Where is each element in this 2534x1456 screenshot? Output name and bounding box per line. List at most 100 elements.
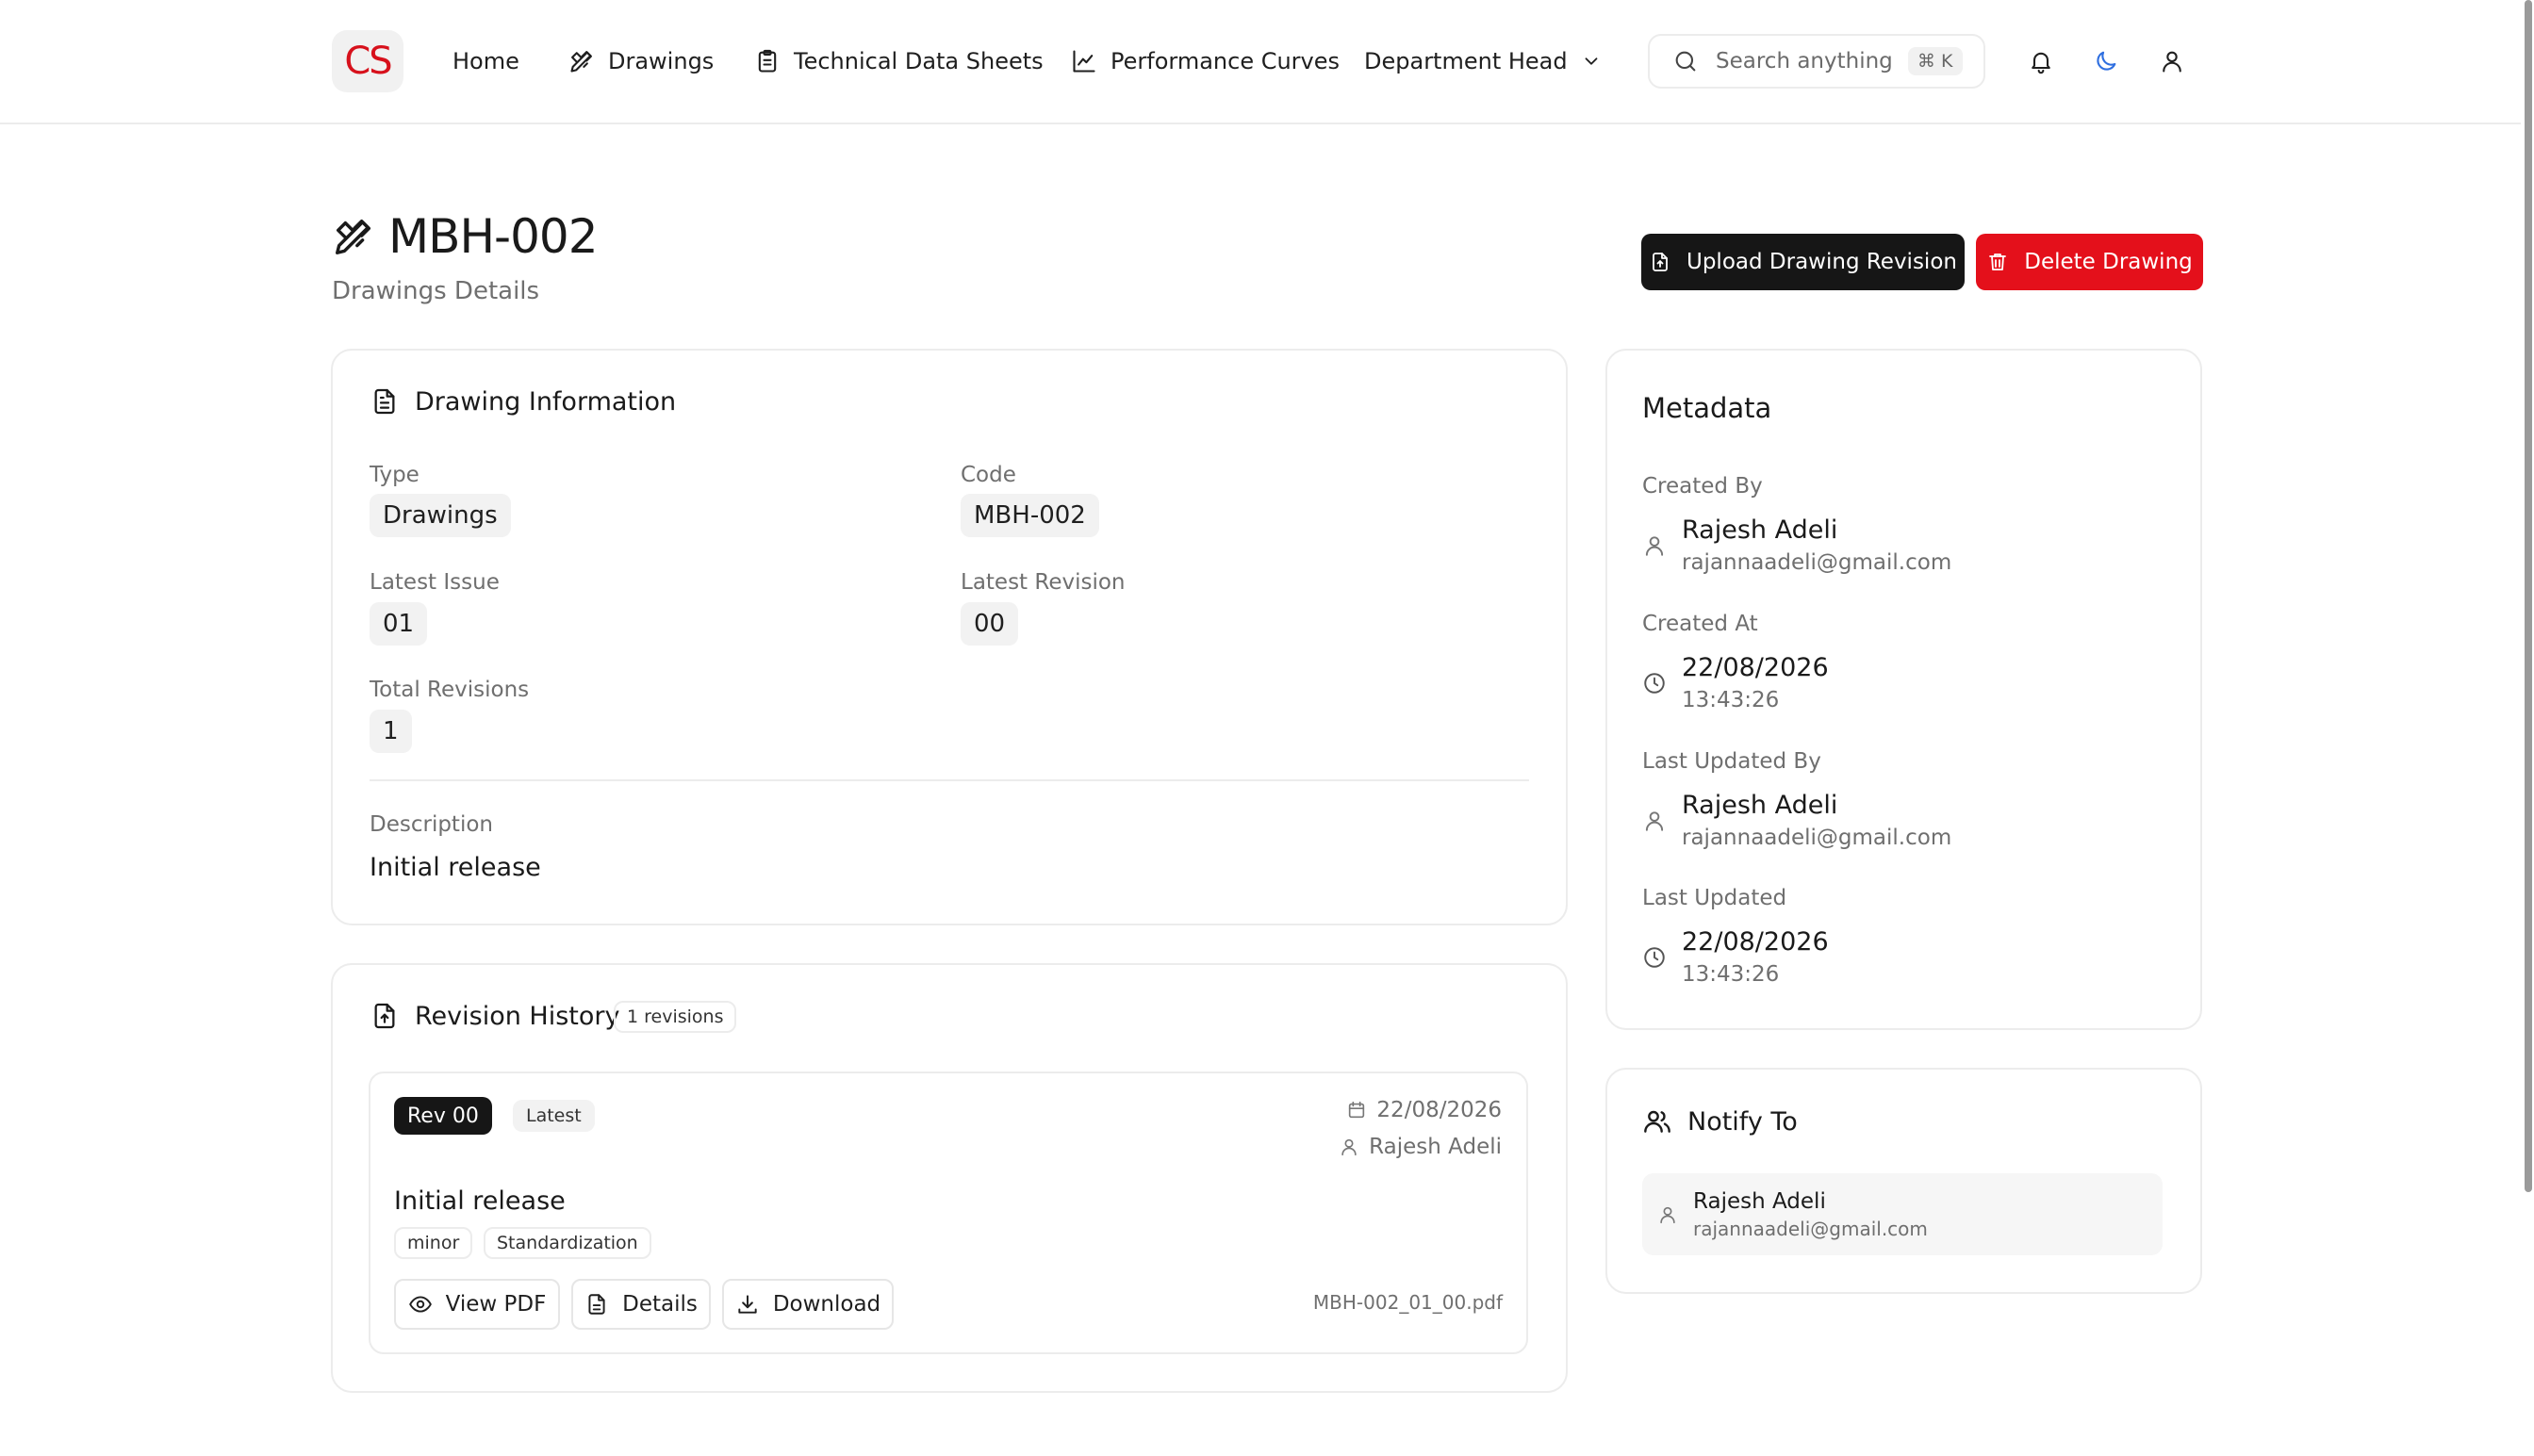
file-upload-icon xyxy=(1649,251,1671,273)
clipboard-icon xyxy=(754,48,781,74)
info-divider xyxy=(370,779,1529,781)
revision-history-title: Revision History xyxy=(415,1001,620,1031)
nav-home-label: Home xyxy=(452,48,519,74)
description-value: Initial release xyxy=(370,853,541,882)
drawing-code-heading: MBH-002 xyxy=(388,209,599,264)
latest-issue-value: 01 xyxy=(370,602,428,646)
drawing-information-title: Drawing Information xyxy=(415,386,677,417)
nav-performance-curves[interactable]: Performance Curves xyxy=(1071,40,1340,83)
nav-curves-label: Performance Curves xyxy=(1111,48,1341,74)
users-icon xyxy=(1642,1106,1672,1137)
notify-to-title: Notify To xyxy=(1687,1106,1798,1137)
revision-tag: minor xyxy=(394,1227,473,1259)
notify-to-heading: Notify To xyxy=(1642,1106,1798,1137)
last-updated-by-user: Rajesh Adeli rajannaadeli@gmail.com xyxy=(1642,789,1951,853)
delete-button-label: Delete Drawing xyxy=(2024,250,2193,274)
created-by-label: Created By xyxy=(1642,474,1763,499)
user-icon xyxy=(1339,1137,1359,1157)
created-at-date: 22/08/2026 xyxy=(1682,653,1829,682)
created-by-name: Rajesh Adeli xyxy=(1682,515,1838,545)
details-label: Details xyxy=(622,1292,698,1317)
type-value: Drawings xyxy=(370,494,511,537)
last-updated-timestamp: 22/08/2026 13:43:26 xyxy=(1642,925,1829,990)
nav-drawings[interactable]: Drawings xyxy=(568,40,714,83)
metadata-title: Metadata xyxy=(1642,392,1772,424)
view-pdf-label: View PDF xyxy=(445,1292,547,1317)
revision-date: 22/08/2026 xyxy=(1346,1098,1502,1122)
search-box[interactable]: ⌘ K xyxy=(1648,34,1985,89)
download-label: Download xyxy=(772,1292,881,1317)
user-menu-button[interactable] xyxy=(2152,41,2192,81)
search-input[interactable] xyxy=(1716,49,1891,74)
nav-technical-data-sheets[interactable]: Technical Data Sheets xyxy=(754,40,1044,83)
created-by-user: Rajesh Adeli rajannaadeli@gmail.com xyxy=(1642,514,1951,578)
created-at-label: Created At xyxy=(1642,612,1758,636)
code-value: MBH-002 xyxy=(961,494,1099,537)
file-upload-icon xyxy=(370,1001,400,1031)
user-icon xyxy=(1642,809,1667,833)
revision-author: Rajesh Adeli xyxy=(1339,1135,1502,1159)
latest-issue-label: Latest Issue xyxy=(370,570,500,595)
page-scrollbar[interactable] xyxy=(2525,0,2532,1192)
revision-tag: Standardization xyxy=(484,1227,651,1259)
page-title: MBH-002 xyxy=(332,209,599,264)
latest-revision-value: 00 xyxy=(961,602,1019,646)
user-icon xyxy=(2159,48,2185,74)
page-subtitle: Drawings Details xyxy=(332,277,540,305)
created-at-time: 13:43:26 xyxy=(1682,688,1780,712)
download-button[interactable]: Download xyxy=(722,1279,894,1330)
user-icon xyxy=(1642,533,1667,558)
revision-author-name: Rajesh Adeli xyxy=(1369,1135,1502,1159)
created-at-timestamp: 22/08/2026 13:43:26 xyxy=(1642,651,1829,715)
revision-history-heading: Revision History xyxy=(370,1001,619,1031)
upload-drawing-revision-button[interactable]: Upload Drawing Revision xyxy=(1641,234,1965,290)
drawing-tools-icon xyxy=(332,215,375,258)
last-updated-by-name: Rajesh Adeli xyxy=(1682,791,1838,820)
code-label: Code xyxy=(961,463,1016,487)
delete-drawing-button[interactable]: Delete Drawing xyxy=(1976,234,2203,290)
line-chart-icon xyxy=(1071,48,1097,74)
theme-toggle-button[interactable] xyxy=(2086,41,2126,81)
document-icon xyxy=(370,386,400,417)
drawing-information-heading: Drawing Information xyxy=(370,386,676,417)
trash-icon xyxy=(1986,251,2009,273)
notifications-button[interactable] xyxy=(2021,41,2061,81)
last-updated-by-label: Last Updated By xyxy=(1642,749,1821,774)
latest-revision-label: Latest Revision xyxy=(961,570,1126,595)
details-button[interactable]: Details xyxy=(571,1279,711,1330)
nav-home[interactable]: Home xyxy=(452,40,519,83)
revision-count-badge: 1 revisions xyxy=(614,1001,737,1033)
search-icon xyxy=(1672,48,1699,74)
calendar-icon xyxy=(1346,1100,1367,1121)
clock-icon xyxy=(1642,671,1667,695)
revision-number-badge: Rev 00 xyxy=(394,1097,492,1135)
last-updated-time: 13:43:26 xyxy=(1682,962,1780,987)
metadata-heading: Metadata xyxy=(1642,392,1771,424)
view-pdf-button[interactable]: View PDF xyxy=(394,1279,560,1330)
last-updated-by-email: rajannaadeli@gmail.com xyxy=(1682,826,1952,850)
notify-recipient-email: rajannaadeli@gmail.com xyxy=(1693,1217,1928,1240)
type-label: Type xyxy=(370,463,420,487)
description-label: Description xyxy=(370,812,493,837)
app-logo[interactable]: CS xyxy=(332,30,403,92)
logo-text: CS xyxy=(344,40,392,83)
nav-department-label: Department Head xyxy=(1364,48,1568,74)
latest-badge: Latest xyxy=(513,1100,595,1132)
nav-drawings-label: Drawings xyxy=(608,48,715,74)
total-revisions-label: Total Revisions xyxy=(370,678,530,702)
created-by-email: rajannaadeli@gmail.com xyxy=(1682,550,1952,575)
download-icon xyxy=(735,1292,760,1317)
document-icon xyxy=(584,1292,609,1317)
search-shortcut: ⌘ K xyxy=(1908,47,1963,75)
drawing-tools-icon xyxy=(568,48,595,74)
total-revisions-value: 1 xyxy=(370,710,412,753)
bell-icon xyxy=(2028,48,2054,74)
nav-department-dropdown[interactable]: Department Head xyxy=(1364,40,1602,83)
revision-date-text: 22/08/2026 xyxy=(1376,1098,1502,1122)
last-updated-label: Last Updated xyxy=(1642,886,1787,910)
notify-recipient-name: Rajesh Adeli xyxy=(1693,1188,1826,1214)
moon-icon xyxy=(2093,48,2119,74)
clock-icon xyxy=(1642,945,1667,970)
last-updated-date: 22/08/2026 xyxy=(1682,927,1829,957)
drawing-information-card xyxy=(331,349,1568,925)
